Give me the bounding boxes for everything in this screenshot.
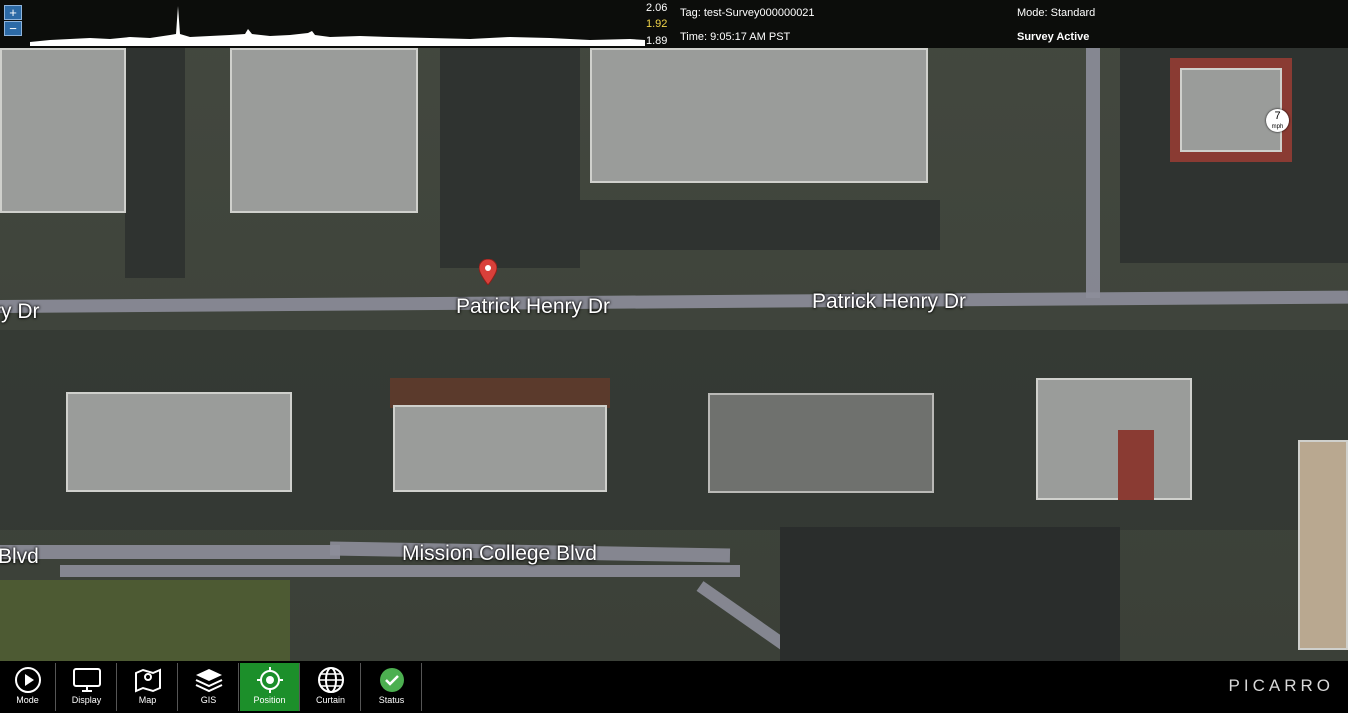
parking-lot [580,200,940,250]
building-red-roof [1118,430,1154,500]
gis-label: GIS [200,695,217,705]
layers-icon [195,669,222,693]
parking-lot [125,48,185,278]
scale-min: 1.89 [646,35,668,47]
building [1298,440,1348,650]
curtain-label: Curtain [315,695,345,705]
position-button[interactable]: Position [240,663,300,711]
survey-mode: Mode: Standard [1017,7,1095,19]
building [66,392,292,492]
roof-edge [390,378,610,408]
zoom-in-button[interactable]: + [4,5,22,20]
map-button[interactable]: Map [118,663,178,711]
scale-max: 2.06 [646,2,668,14]
time-value: 9:05:17 AM PST [710,31,791,43]
road-label: Mission College Blvd [402,542,597,565]
survey-header: + − 2.06 1.92 1.89 Tag: test-Survey00000… [0,0,1348,48]
building [393,405,607,492]
mode-label: Mode: [1017,7,1048,19]
position-label: Position [253,695,286,705]
road-vertical [1086,48,1100,298]
display-button[interactable]: Display [57,663,117,711]
crosshair-icon [256,667,283,693]
monitor-icon [72,668,101,692]
vehicle-speed-badge: 7 mph [1266,109,1289,132]
building [0,48,126,213]
map-label: Map [138,695,157,705]
road-label: ry Dr [0,300,40,323]
picarro-logo: PICARRO [1228,676,1334,695]
globe-icon [317,667,344,693]
road-label: Patrick Henry Dr [456,295,611,318]
bottom-toolbar: Mode Display Map GIS Position Curtain St… [0,661,1348,713]
building [1036,378,1192,500]
speed-value: 7 [1274,110,1281,122]
map-icon [134,668,161,693]
building [708,393,934,493]
display-label: Display [71,695,102,705]
time-label: Time: [680,31,708,43]
speed-unit: mph [1271,124,1284,130]
mode-label: Mode [16,695,39,705]
scale-mid: 1.92 [646,18,668,30]
mode-value: Standard [1050,7,1096,19]
mode-play-icon [14,667,41,693]
gis-button[interactable]: GIS [179,663,239,711]
satellite-map[interactable]: ry Dr Patrick Henry Dr Patrick Henry Dr … [0,0,1348,661]
survey-status: Survey Active [1017,31,1090,43]
curtain-button[interactable]: Curtain [301,663,361,711]
check-circle-icon [379,668,404,692]
road-mission-college-frontage [60,565,740,577]
status-button[interactable]: Status [362,663,422,711]
road-label: Patrick Henry Dr [812,290,967,313]
tag-label: Tag: [680,7,701,19]
location-pin-icon[interactable] [479,259,497,285]
building [590,48,928,183]
status-label: Status [378,695,405,705]
survey-tag: Tag: test-Survey000000021 [680,7,815,19]
parking-lot [440,48,580,268]
substation-area [780,527,1120,661]
concentration-sparkline [30,6,645,46]
grass-area [0,580,290,661]
zoom-out-button[interactable]: − [4,21,22,36]
road-label: Blvd [0,545,39,568]
mode-button[interactable]: Mode [0,663,56,711]
survey-time: Time: 9:05:17 AM PST [680,31,790,43]
building [1180,68,1282,152]
tag-value: test-Survey000000021 [703,7,815,19]
building [230,48,418,213]
road-mission-college [0,545,340,559]
road-patrick-henry [0,290,1348,313]
